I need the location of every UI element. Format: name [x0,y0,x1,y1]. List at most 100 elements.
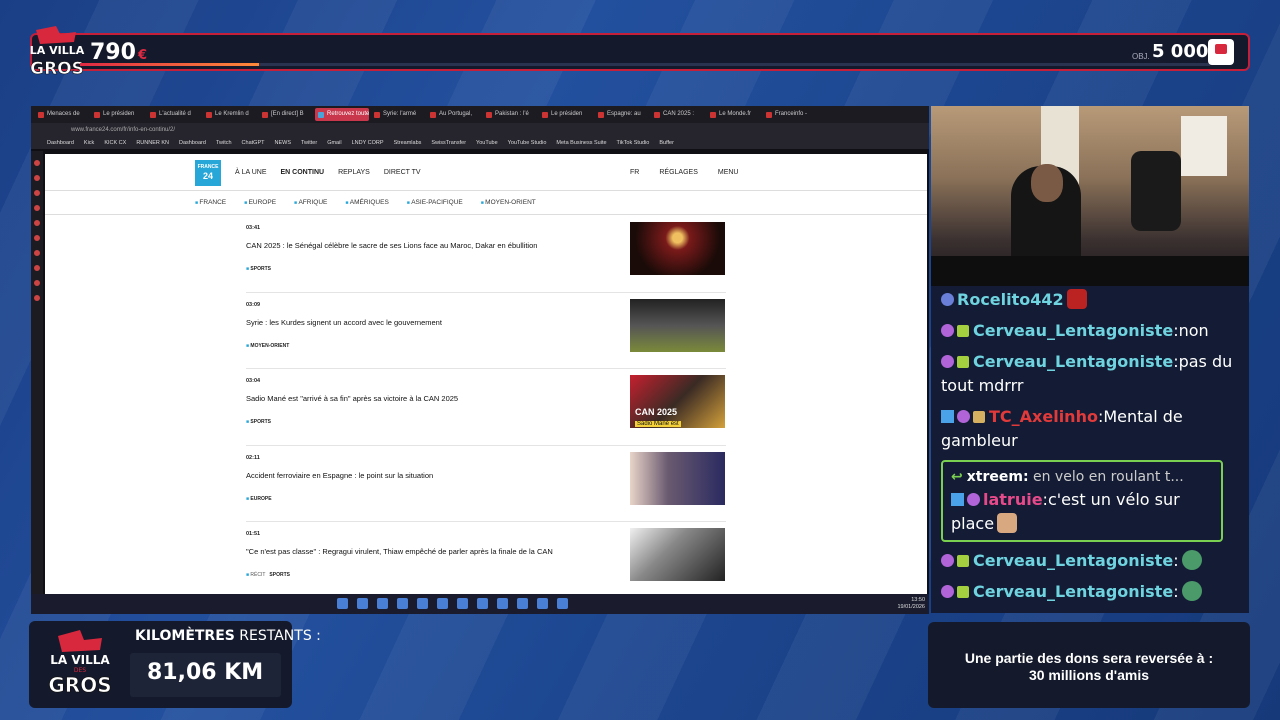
menu-button[interactable]: MENU [718,169,739,176]
bookmark-item[interactable]: LNDY CORP [352,140,384,146]
article-thumbnail[interactable] [630,222,725,275]
article-title[interactable]: Accident ferroviaire en Espagne : le poi… [246,471,606,480]
browser-tab[interactable]: Le Monde.fr [707,108,761,121]
app-icon[interactable] [557,598,568,609]
settings-button[interactable]: RÉGLAGES [659,169,698,176]
app-icon[interactable] [477,598,488,609]
browser-tab[interactable]: Retrouvez toute l'actu [315,108,369,121]
bookmark-item[interactable]: YouTube [476,140,498,146]
app-icon[interactable] [517,598,528,609]
sidebar-icon[interactable] [34,175,40,181]
bookmark-item[interactable]: RUNNER KN [136,140,169,146]
article-tag[interactable]: EUROPE [246,496,271,502]
lang-select[interactable]: FR [630,169,639,176]
bookmark-item[interactable]: ChatGPT [242,140,265,146]
chat-username[interactable]: Rocelito442 [957,290,1064,309]
sidebar-icon[interactable] [34,250,40,256]
browser-tab[interactable]: Menaces de [35,108,89,121]
article-tag[interactable]: SPORTS [246,266,271,272]
address-bar[interactable]: www.france24.com/fr/info-en-continu/2/ [31,123,929,137]
sidebar-icon[interactable] [34,205,40,211]
nav-en-continu[interactable]: EN CONTINU [281,169,325,176]
chat-username[interactable]: Cerveau_Lentagoniste [973,551,1173,570]
browser-tab[interactable]: L'actualité d [147,108,201,121]
app-icon[interactable] [497,598,508,609]
article-title[interactable]: "Ce n'est pas classe" : Regragui virulen… [246,547,606,556]
bookmark-item[interactable]: Buffer [659,140,674,146]
app-icon[interactable] [397,598,408,609]
bookmark-item[interactable]: Dashboard [179,140,206,146]
nav-direct-tv[interactable]: DIRECT TV [384,169,421,176]
bookmark-item[interactable]: Kick [84,140,94,146]
bookmark-item[interactable]: Streamlabs [394,140,422,146]
bookmark-item[interactable]: Twitter [301,140,317,146]
browser-tab[interactable]: [En direct] B [259,108,313,121]
bookmark-item[interactable]: NEWS [274,140,291,146]
url-text[interactable]: www.france24.com/fr/info-en-continu/2/ [71,127,175,133]
article-item[interactable]: 01:51 "Ce n'est pas classe" : Regragui vi… [246,522,726,594]
article-thumbnail[interactable] [630,298,725,352]
sidebar-icon[interactable] [34,265,40,271]
app-icon[interactable] [357,598,368,609]
browser-tab[interactable]: Syrie: l'armé [371,108,425,121]
region-link[interactable]: AMÉRIQUES [345,199,389,206]
sidebar-icon[interactable] [34,190,40,196]
chat-username[interactable]: latruie [983,490,1043,509]
article-item[interactable]: 02:11 Accident ferroviaire en Espagne : l… [246,446,726,522]
bookmark-item[interactable]: Dashboard [47,140,74,146]
browser-tab[interactable]: Au Portugal, [427,108,481,121]
browser-tab[interactable]: Le Kremlin d [203,108,257,121]
article-title[interactable]: Syrie : les Kurdes signent un accord ave… [246,318,606,327]
app-icon[interactable] [457,598,468,609]
region-link[interactable]: AFRIQUE [294,199,327,206]
start-icon[interactable] [337,598,348,609]
bookmark-item[interactable]: SwissTransfer [431,140,466,146]
chat-username[interactable]: Cerveau_Lentagoniste [973,352,1173,371]
article-title[interactable]: Sadio Mané est "arrivé à sa fin" après s… [246,394,606,403]
nav-replays[interactable]: REPLAYS [338,169,370,176]
browser-tab[interactable]: Franceinfo - [763,108,817,121]
sidebar-icon[interactable] [34,160,40,166]
article-item[interactable]: 03:09 Syrie : les Kurdes signent un accor… [246,293,726,369]
browser-tab[interactable]: Pakistan : l'é [483,108,537,121]
cam-window [1181,116,1227,176]
browser-tab[interactable]: Espagne: au [595,108,649,121]
browser-tab[interactable]: Le présiden [539,108,593,121]
article-item[interactable]: 03:41 CAN 2025 : le Sénégal célèbre le sa… [246,216,726,293]
app-icon[interactable] [437,598,448,609]
sidebar-icon[interactable] [34,235,40,241]
chat-username[interactable]: TC_Axelinho [989,407,1098,426]
article-thumbnail[interactable] [630,451,725,505]
sidebar-icon[interactable] [34,295,40,301]
article-tag[interactable]: MOYEN-ORIENT [246,343,289,349]
article-thumbnail[interactable] [630,528,725,581]
app-icon[interactable] [417,598,428,609]
bookmark-item[interactable]: Gmail [327,140,341,146]
taskbar-clock[interactable]: 13:50 19/01/2026 [897,597,925,611]
article-tag[interactable]: SPORTS [246,419,271,425]
chat-username[interactable]: Cerveau_Lentagoniste [973,582,1173,601]
region-link[interactable]: ASIE-PACIFIQUE [407,199,463,206]
bookmark-item[interactable]: Twitch [216,140,232,146]
sidebar-icon[interactable] [34,220,40,226]
browser-tab[interactable]: CAN 2025 : [651,108,705,121]
chat-username[interactable]: Cerveau_Lentagoniste [973,321,1173,340]
sidebar-icon[interactable] [34,280,40,286]
app-icon[interactable] [537,598,548,609]
france24-logo[interactable]: FRANCE 24 [195,160,221,186]
article-tag[interactable]: RÉCITSPORTS [246,572,290,578]
article-title[interactable]: CAN 2025 : le Sénégal célèbre le sacre d… [246,241,606,250]
app-icon[interactable] [377,598,388,609]
article-item[interactable]: 03:04 Sadio Mané est "arrivé à sa fin" ap… [246,369,726,446]
region-link[interactable]: MOYEN-ORIENT [481,199,536,206]
browser-tab[interactable]: Le présiden [91,108,145,121]
bookmark-item[interactable]: Meta Business Suite [556,140,606,146]
region-link[interactable]: EUROPE [244,199,276,206]
article-thumbnail[interactable]: CAN 2025 Sadio Mané est [630,375,725,428]
bookmark-item[interactable]: TikTok Studio [617,140,650,146]
subscriber-icon [957,555,969,567]
nav-a-la-une[interactable]: À LA UNE [235,169,267,176]
region-link[interactable]: FRANCE [195,199,226,206]
bookmark-item[interactable]: KICK CX [104,140,126,146]
bookmark-item[interactable]: YouTube Studio [508,140,547,146]
